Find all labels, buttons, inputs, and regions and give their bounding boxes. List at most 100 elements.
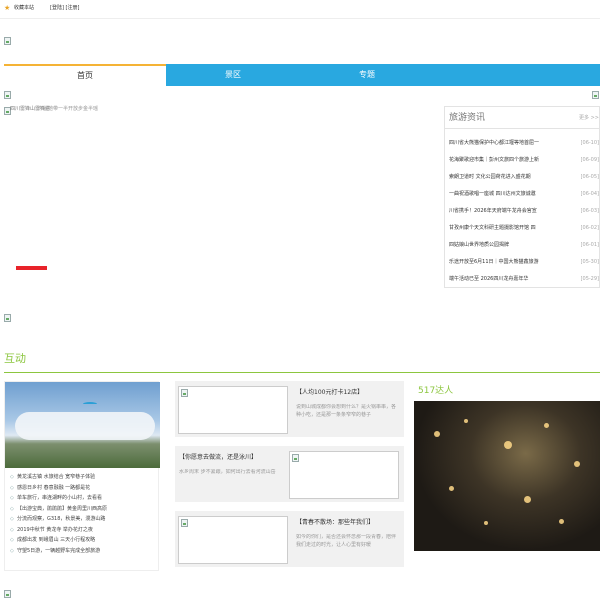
diamond-bullet-icon: ◇ — [10, 516, 14, 522]
ad-banner-image — [4, 314, 11, 322]
diamond-bullet-icon: ◇ — [10, 495, 14, 501]
news-item-date: [06-03] — [580, 208, 599, 214]
spark-shape — [574, 461, 580, 467]
paragliding-photo[interactable] — [5, 382, 160, 468]
interaction-list: ◇ 黄龙溪古镇 水旅结合 宽窄巷子体验 ◇ 感恩日乡村 春意融融 一路都是花 ◇ 单车… — [5, 472, 160, 556]
card-description: 如今的你们，是否还会怀念那一段青春，陪伴我们走过的时光，让人心里有好暖 — [296, 534, 397, 548]
news-item-date: [06-01] — [580, 242, 599, 248]
card-image[interactable] — [289, 451, 399, 499]
main-nav: 首页 景区 专题 — [4, 64, 600, 86]
banner-image-right — [592, 91, 599, 99]
star-icon: ★ — [4, 4, 11, 12]
news-item-title[interactable]: 甘孜州康个天文科研主题摄影馆开馆 四 — [449, 224, 571, 232]
interaction-left-card: ◇ 黄龙溪古镇 水旅结合 宽窄巷子体验 ◇ 感恩日乡村 春意融融 一路都是花 ◇ 单车… — [4, 381, 160, 571]
section-divider — [4, 372, 600, 373]
news-item-title[interactable]: 四姑娘山世界地质公园揭牌 — [449, 241, 571, 249]
news-item-date: [06-02] — [580, 225, 599, 231]
news-item[interactable]: 川省携手！2026年天府端午龙舟会官宣 [06-03] — [445, 203, 600, 220]
slider-indicator[interactable] — [16, 266, 47, 270]
list-item[interactable]: ◇ 成都出发 到峨眉山 三天小行程攻略 — [5, 535, 160, 546]
list-item[interactable]: ◇ 黄龙溪古镇 水旅结合 宽窄巷子体验 — [5, 472, 160, 483]
spark-shape — [434, 431, 440, 437]
spark-shape — [464, 419, 468, 423]
news-item-title[interactable]: 端午活动已至 2026四川龙舟嘉年华 — [449, 275, 571, 283]
banner-image — [4, 91, 11, 99]
news-item-date: [05-30] — [580, 259, 599, 265]
news-item-date: [06-10] — [580, 140, 599, 146]
card-title[interactable]: 【你愿意去做流，还是泳川】 — [179, 453, 257, 462]
list-item-title[interactable]: 成都出发 到峨眉山 三天小行程攻略 — [17, 536, 157, 544]
nav-item-topics[interactable]: 专题 — [300, 64, 434, 86]
news-item[interactable]: 甘孜州康个天文科研主题摄影馆开馆 四 [06-02] — [445, 220, 600, 237]
news-item-title[interactable]: 索朗卫道时 文化公园荷花进入盛花期 — [449, 173, 571, 181]
spark-shape — [449, 486, 454, 491]
list-item[interactable]: ◇ 守望5日游，一辆越野车完成全部旅游 — [5, 546, 160, 557]
card-image[interactable] — [178, 386, 288, 434]
news-item[interactable]: 端午活动已至 2026四川龙舟嘉年华 [05-29] — [445, 271, 600, 288]
news-title: 旅游资讯 — [449, 113, 486, 123]
list-item-title[interactable]: 感恩日乡村 春意融融 一路都是花 — [17, 484, 157, 492]
list-item[interactable]: ◇ 单车旅行，串连湖畔的小山村，去看看 — [5, 493, 160, 504]
news-item[interactable]: 乐途开放至6月11日｜中国大熊猫鑫旅游 [05-30] — [445, 254, 600, 271]
list-item[interactable]: ◇ 2019中秋节 黄龙寺 举办花灯之夜 — [5, 525, 160, 536]
paraglider-shape — [83, 402, 97, 406]
expert-title[interactable]: 517达人 — [418, 385, 453, 397]
news-item-title[interactable]: 川省携手！2026年天府端午龙舟会官宣 — [449, 207, 571, 215]
nav-item-scenic[interactable]: 景区 — [166, 64, 300, 86]
card-image[interactable] — [178, 516, 288, 564]
news-item[interactable]: 索朗卫道时 文化公园荷花进入盛花期 [06-05] — [445, 169, 600, 186]
diamond-bullet-icon: ◇ — [10, 484, 14, 491]
image-slider[interactable]: 四川雷锋山雷锋塔 环谷地带一半开放步金半瑶 — [4, 104, 436, 304]
interaction-mid-card[interactable]: 【你愿意去做流，还是泳川】 水乡周末 步不紧跟，如何出行去看河流山岳 — [175, 446, 404, 502]
news-item-date: [06-05] — [580, 174, 599, 180]
news-item-date: [06-09] — [580, 157, 599, 163]
section-title-interaction: 互动 — [4, 352, 26, 365]
card-description: 水乡周末 步不紧跟，如何出行去看河流山岳 — [179, 469, 276, 475]
interaction-mid-card[interactable]: 【人均100元打卡12店】 说到山城成都你会想到什么？是火锅串串，各种小吃，还是… — [175, 381, 404, 437]
diamond-bullet-icon: ◇ — [10, 505, 14, 512]
news-item-title[interactable]: 乐途开放至6月11日｜中国大熊猫鑫旅游 — [449, 258, 571, 266]
list-item[interactable]: ◇ 分流而观察，G318，秋景美，漫游山路 — [5, 514, 160, 525]
diamond-bullet-icon: ◇ — [10, 547, 14, 554]
news-item-title[interactable]: 一曲祝酒歌唱一座城 四川达州文旅诚邀 — [449, 190, 571, 198]
news-more-link[interactable]: 更多 >> — [579, 115, 599, 122]
fireworks-photo[interactable] — [414, 401, 600, 551]
spark-shape — [544, 423, 549, 428]
card-image-placeholder — [181, 519, 188, 527]
news-item[interactable]: 四姑娘山世界地质公园揭牌 [06-01] — [445, 237, 600, 254]
cloud-shape — [15, 412, 155, 440]
diamond-bullet-icon: ◇ — [10, 526, 14, 533]
news-list: 四川省大熊猫保护中心都江堰等地首屈一 [06-10] 花海聚歌迎市集｜彭州文旅四个… — [445, 135, 600, 288]
spark-shape — [524, 496, 531, 503]
list-item-title[interactable]: 黄龙溪古镇 水旅结合 宽窄巷子体验 — [17, 473, 157, 481]
news-item-date: [05-29] — [580, 276, 599, 282]
list-item-title[interactable]: 守望5日游，一辆越野车完成全部旅游 — [17, 547, 157, 555]
card-image-placeholder — [181, 389, 188, 397]
card-title[interactable]: 【青春不散场：那些年我们】 — [296, 518, 374, 527]
login-register-link[interactable]: [登陆] [注册] — [50, 5, 79, 12]
list-item-title[interactable]: 分流而观察，G318，秋景美，漫游山路 — [17, 515, 157, 523]
news-item[interactable]: 一曲祝酒歌唱一座城 四川达州文旅诚邀 [06-04] — [445, 186, 600, 203]
card-description: 说到山城成都你会想到什么？是火锅串串，各种小吃，还是那一条条窄窄的巷子 — [296, 404, 397, 418]
news-item[interactable]: 花海聚歌迎市集｜彭州文旅四个旅游上新 [06-09] — [445, 152, 600, 169]
top-bar: ★ 收藏本站 [登陆] [注册] — [0, 0, 600, 19]
news-item-title[interactable]: 四川省大熊猫保护中心都江堰等地首屈一 — [449, 139, 571, 147]
diamond-bullet-icon: ◇ — [10, 474, 14, 480]
news-item-date: [06-04] — [580, 191, 599, 197]
list-item-title[interactable]: 【出游宝典，鹃鹃鹃】黄金周里川西高原 — [17, 505, 157, 513]
list-item[interactable]: ◇ 【出游宝典，鹃鹃鹃】黄金周里川西高原 — [5, 504, 160, 515]
interaction-mid-card[interactable]: 【青春不散场：那些年我们】 如今的你们，是否还会怀念那一段青春，陪伴我们走过的时… — [175, 511, 404, 567]
news-item[interactable]: 四川省大熊猫保护中心都江堰等地首屈一 [06-10] — [445, 135, 600, 152]
nav-item-home[interactable]: 首页 — [4, 64, 166, 86]
logo-image — [4, 37, 11, 45]
news-item-title[interactable]: 花海聚歌迎市集｜彭州文旅四个旅游上新 — [449, 156, 571, 164]
interaction-right-card: 517达人 — [414, 381, 600, 571]
card-image-placeholder — [292, 454, 299, 462]
list-item[interactable]: ◇ 感恩日乡村 春意融融 一路都是花 — [5, 483, 160, 494]
slider-caption-secondary[interactable]: 环谷地带一半开放步金半瑶 — [38, 106, 98, 113]
list-item-title[interactable]: 2019中秋节 黄龙寺 举办花灯之夜 — [17, 526, 157, 534]
card-title[interactable]: 【人均100元打卡12店】 — [296, 388, 363, 397]
list-item-title[interactable]: 单车旅行，串连湖畔的小山村，去看看 — [17, 494, 157, 502]
favorite-link[interactable]: 收藏本站 — [14, 5, 34, 12]
diamond-bullet-icon: ◇ — [10, 537, 14, 543]
